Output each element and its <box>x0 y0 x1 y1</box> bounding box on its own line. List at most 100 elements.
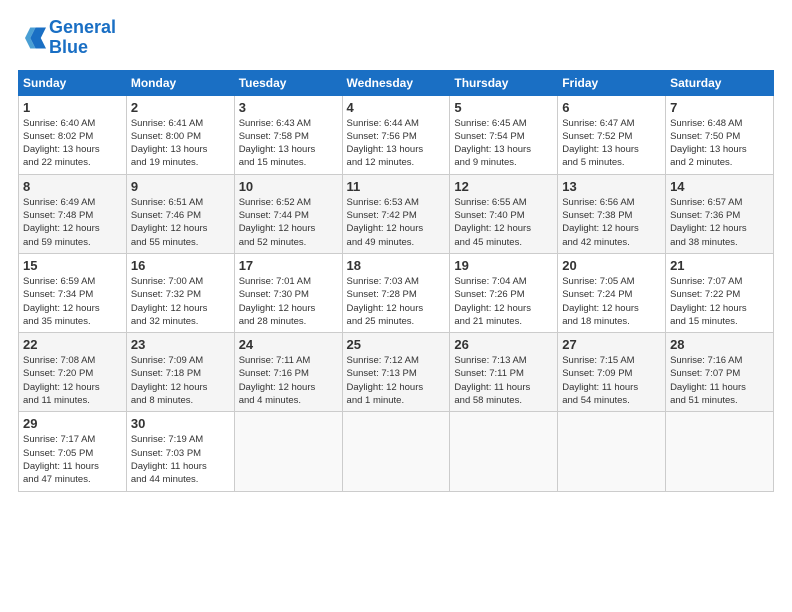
day-number: 19 <box>454 258 553 273</box>
calendar-cell: 12Sunrise: 6:55 AMSunset: 7:40 PMDayligh… <box>450 174 558 253</box>
calendar-cell <box>666 412 774 491</box>
day-number: 22 <box>23 337 122 352</box>
calendar-cell: 14Sunrise: 6:57 AMSunset: 7:36 PMDayligh… <box>666 174 774 253</box>
day-number: 16 <box>131 258 230 273</box>
day-header-tuesday: Tuesday <box>234 70 342 95</box>
header-row: SundayMondayTuesdayWednesdayThursdayFrid… <box>19 70 774 95</box>
day-number: 8 <box>23 179 122 194</box>
calendar-cell: 23 Sunrise: 7:09 AMSunset: 7:18 PMDayligh… <box>126 333 234 412</box>
day-info: Sunrise: 7:15 AMSunset: 7:09 PMDaylight:… <box>562 355 638 406</box>
day-info: Sunrise: 6:43 AMSunset: 7:58 PMDaylight:… <box>239 118 316 169</box>
calendar-cell: 7 Sunrise: 6:48 AMSunset: 7:50 PMDaylight… <box>666 95 774 174</box>
calendar-week-5: 29Sunrise: 7:17 AMSunset: 7:05 PMDayligh… <box>19 412 774 491</box>
calendar-cell: 26 Sunrise: 7:13 AMSunset: 7:11 PMDayligh… <box>450 333 558 412</box>
calendar-cell <box>450 412 558 491</box>
page: General Blue SundayMondayTuesdayWednesda… <box>0 0 792 502</box>
calendar-cell: 22 Sunrise: 7:08 AMSunset: 7:20 PMDayligh… <box>19 333 127 412</box>
day-info: Sunrise: 6:40 AMSunset: 8:02 PMDaylight:… <box>23 118 100 169</box>
calendar-cell: 6 Sunrise: 6:47 AMSunset: 7:52 PMDaylight… <box>558 95 666 174</box>
day-number: 26 <box>454 337 553 352</box>
day-info: Sunrise: 7:12 AMSunset: 7:13 PMDaylight:… <box>347 355 424 406</box>
day-number: 20 <box>562 258 661 273</box>
day-number: 12 <box>454 179 553 194</box>
day-header-monday: Monday <box>126 70 234 95</box>
day-number: 18 <box>347 258 446 273</box>
day-number: 25 <box>347 337 446 352</box>
calendar-cell: 20 Sunrise: 7:05 AMSunset: 7:24 PMDayligh… <box>558 253 666 332</box>
calendar-cell: 3 Sunrise: 6:43 AMSunset: 7:58 PMDaylight… <box>234 95 342 174</box>
calendar-week-4: 22 Sunrise: 7:08 AMSunset: 7:20 PMDayligh… <box>19 333 774 412</box>
day-header-saturday: Saturday <box>666 70 774 95</box>
day-info: Sunrise: 7:13 AMSunset: 7:11 PMDaylight:… <box>454 355 530 406</box>
day-header-thursday: Thursday <box>450 70 558 95</box>
calendar-cell: 27 Sunrise: 7:15 AMSunset: 7:09 PMDayligh… <box>558 333 666 412</box>
calendar-cell: 4 Sunrise: 6:44 AMSunset: 7:56 PMDaylight… <box>342 95 450 174</box>
logo: General Blue <box>18 18 116 58</box>
day-number: 17 <box>239 258 338 273</box>
calendar-week-1: 1 Sunrise: 6:40 AMSunset: 8:02 PMDaylight… <box>19 95 774 174</box>
day-info: Sunrise: 6:41 AMSunset: 8:00 PMDaylight:… <box>131 118 208 169</box>
day-header-friday: Friday <box>558 70 666 95</box>
calendar-cell: 28 Sunrise: 7:16 AMSunset: 7:07 PMDayligh… <box>666 333 774 412</box>
day-info: Sunrise: 6:48 AMSunset: 7:50 PMDaylight:… <box>670 118 747 169</box>
calendar-cell: 13 Sunrise: 6:56 AMSunset: 7:38 PMDayligh… <box>558 174 666 253</box>
day-info: Sunrise: 7:09 AMSunset: 7:18 PMDaylight:… <box>131 355 208 406</box>
day-number: 1 <box>23 100 122 115</box>
calendar-cell: 15Sunrise: 6:59 AMSunset: 7:34 PMDayligh… <box>19 253 127 332</box>
day-info: Sunrise: 7:07 AMSunset: 7:22 PMDaylight:… <box>670 276 747 327</box>
logo-text: General Blue <box>49 18 116 58</box>
calendar-table: SundayMondayTuesdayWednesdayThursdayFrid… <box>18 70 774 492</box>
day-info: Sunrise: 7:03 AMSunset: 7:28 PMDaylight:… <box>347 276 424 327</box>
day-info: Sunrise: 6:44 AMSunset: 7:56 PMDaylight:… <box>347 118 424 169</box>
calendar-cell: 16 Sunrise: 7:00 AMSunset: 7:32 PMDayligh… <box>126 253 234 332</box>
day-number: 11 <box>347 179 446 194</box>
calendar-week-2: 8 Sunrise: 6:49 AMSunset: 7:48 PMDaylight… <box>19 174 774 253</box>
day-number: 7 <box>670 100 769 115</box>
calendar-cell <box>558 412 666 491</box>
calendar-cell: 25 Sunrise: 7:12 AMSunset: 7:13 PMDayligh… <box>342 333 450 412</box>
day-number: 30 <box>131 416 230 431</box>
calendar-cell: 10 Sunrise: 6:52 AMSunset: 7:44 PMDayligh… <box>234 174 342 253</box>
header: General Blue <box>18 18 774 58</box>
calendar-cell: 5Sunrise: 6:45 AMSunset: 7:54 PMDaylight… <box>450 95 558 174</box>
day-number: 5 <box>454 100 553 115</box>
day-number: 15 <box>23 258 122 273</box>
calendar-cell: 11 Sunrise: 6:53 AMSunset: 7:42 PMDayligh… <box>342 174 450 253</box>
day-number: 28 <box>670 337 769 352</box>
calendar-cell <box>342 412 450 491</box>
calendar-cell <box>234 412 342 491</box>
day-info: Sunrise: 6:53 AMSunset: 7:42 PMDaylight:… <box>347 197 424 248</box>
calendar-week-3: 15Sunrise: 6:59 AMSunset: 7:34 PMDayligh… <box>19 253 774 332</box>
day-info: Sunrise: 6:52 AMSunset: 7:44 PMDaylight:… <box>239 197 316 248</box>
day-info: Sunrise: 7:04 AMSunset: 7:26 PMDaylight:… <box>454 276 531 327</box>
day-info: Sunrise: 7:16 AMSunset: 7:07 PMDaylight:… <box>670 355 746 406</box>
calendar-cell: 17Sunrise: 7:01 AMSunset: 7:30 PMDayligh… <box>234 253 342 332</box>
day-number: 9 <box>131 179 230 194</box>
calendar-cell: 9Sunrise: 6:51 AMSunset: 7:46 PMDaylight… <box>126 174 234 253</box>
day-number: 29 <box>23 416 122 431</box>
day-info: Sunrise: 7:05 AMSunset: 7:24 PMDaylight:… <box>562 276 639 327</box>
calendar-cell: 29Sunrise: 7:17 AMSunset: 7:05 PMDayligh… <box>19 412 127 491</box>
calendar-cell: 18 Sunrise: 7:03 AMSunset: 7:28 PMDayligh… <box>342 253 450 332</box>
calendar-cell: 19 Sunrise: 7:04 AMSunset: 7:26 PMDayligh… <box>450 253 558 332</box>
calendar-cell: 24 Sunrise: 7:11 AMSunset: 7:16 PMDayligh… <box>234 333 342 412</box>
day-number: 10 <box>239 179 338 194</box>
day-number: 6 <box>562 100 661 115</box>
day-info: Sunrise: 6:47 AMSunset: 7:52 PMDaylight:… <box>562 118 639 169</box>
day-info: Sunrise: 7:08 AMSunset: 7:20 PMDaylight:… <box>23 355 100 406</box>
day-number: 4 <box>347 100 446 115</box>
day-info: Sunrise: 6:49 AMSunset: 7:48 PMDaylight:… <box>23 197 100 248</box>
day-info: Sunrise: 7:11 AMSunset: 7:16 PMDaylight:… <box>239 355 316 406</box>
day-info: Sunrise: 7:00 AMSunset: 7:32 PMDaylight:… <box>131 276 208 327</box>
calendar-cell: 21 Sunrise: 7:07 AMSunset: 7:22 PMDayligh… <box>666 253 774 332</box>
day-number: 13 <box>562 179 661 194</box>
day-number: 21 <box>670 258 769 273</box>
day-number: 24 <box>239 337 338 352</box>
logo-icon <box>18 24 46 52</box>
day-number: 27 <box>562 337 661 352</box>
calendar-cell: 1 Sunrise: 6:40 AMSunset: 8:02 PMDaylight… <box>19 95 127 174</box>
day-number: 23 <box>131 337 230 352</box>
calendar-cell: 30Sunrise: 7:19 AMSunset: 7:03 PMDayligh… <box>126 412 234 491</box>
day-number: 3 <box>239 100 338 115</box>
day-info: Sunrise: 6:56 AMSunset: 7:38 PMDaylight:… <box>562 197 639 248</box>
